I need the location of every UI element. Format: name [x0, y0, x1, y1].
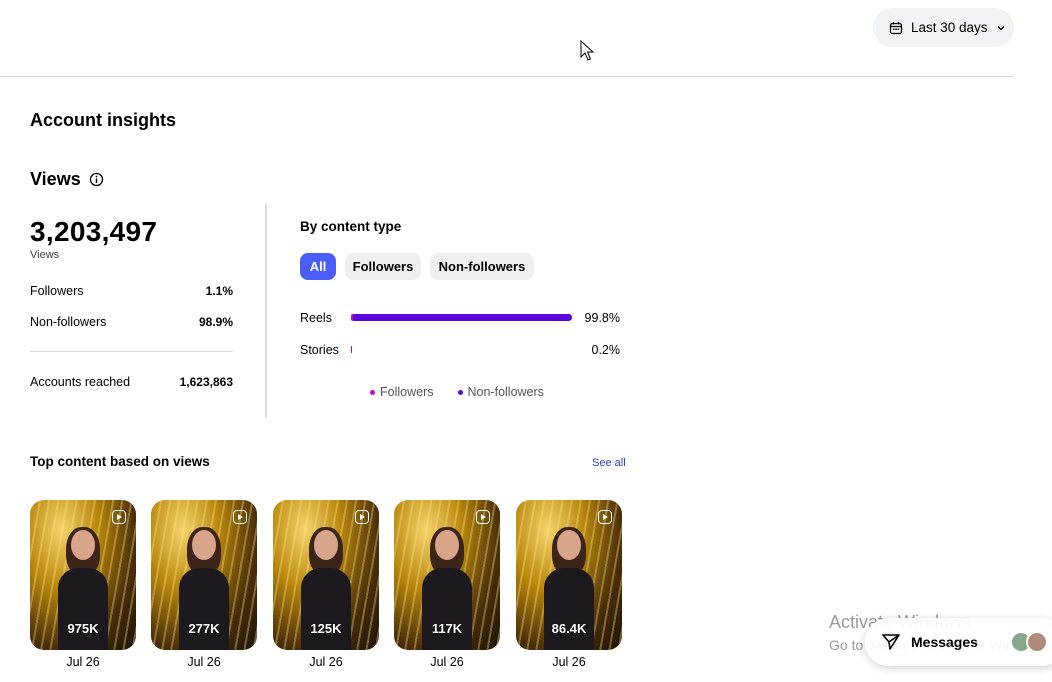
stat-label: Followers: [30, 284, 84, 298]
legend-label: Followers: [380, 385, 434, 399]
page-title: Account insights: [30, 110, 177, 130]
calendar-icon: [889, 21, 903, 34]
stat-value: 98.9%: [198, 315, 233, 329]
content-type-label-reels: Reels: [300, 311, 332, 325]
stat-label: Non-followers: [30, 315, 107, 329]
stats-divider: [30, 351, 233, 352]
reel-play-icon: [476, 510, 490, 524]
legend-item-followers: Followers: [370, 385, 434, 399]
thumbnail-date: Jul 26: [552, 655, 586, 669]
thumbnail-date: Jul 26: [66, 655, 100, 669]
content-type-percent-reels: 99.8%: [584, 311, 620, 325]
legend-item-non-followers: Non-followers: [457, 385, 544, 399]
reels-bar-followers: [351, 314, 353, 321]
views-title-label: Views: [30, 169, 81, 189]
reel-play-icon: [233, 510, 247, 524]
avatar: [1026, 631, 1048, 653]
thumbnail-date: Jul 26: [309, 655, 343, 669]
see-all-link[interactable]: See all: [592, 457, 626, 469]
legend-label: Non-followers: [467, 385, 544, 399]
top-content-title: Top content based on views: [30, 454, 210, 469]
reels-bar-non-followers: [351, 314, 572, 321]
date-range-label: Last 30 days: [911, 20, 988, 35]
messages-label: Messages: [911, 634, 978, 650]
chart-legend: Followers Non-followers: [370, 385, 544, 399]
send-icon: [882, 634, 900, 650]
vertical-divider: [265, 204, 267, 418]
stat-label: Accounts reached: [30, 375, 131, 389]
stat-row-followers: Followers 1.1%: [30, 284, 233, 298]
reel-play-icon: [598, 510, 612, 524]
filter-followers-button[interactable]: Followers: [345, 253, 421, 280]
thumbnail-view-count: 86.4K: [551, 621, 587, 636]
stories-bar: [351, 346, 352, 353]
by-content-type-title: By content type: [300, 219, 402, 234]
date-range-button[interactable]: Last 30 days: [873, 8, 1014, 47]
thumbnail-date: Jul 26: [430, 655, 464, 669]
content-type-label-stories: Stories: [300, 343, 339, 357]
thumbnail-view-count: 117K: [431, 621, 463, 636]
reel-play-icon: [355, 510, 369, 524]
legend-dot-followers: [370, 389, 375, 395]
top-content-thumbnail[interactable]: 125K: [273, 500, 379, 650]
views-total-label: Views: [30, 249, 60, 261]
filter-non-followers-button[interactable]: Non-followers: [430, 253, 534, 280]
thumbnail-view-count: 277K: [188, 621, 220, 636]
thumbnail-view-count: 125K: [310, 621, 342, 636]
mouse-cursor-icon: [580, 40, 594, 61]
views-total: 3,203,497: [30, 216, 158, 247]
message-avatars: [1010, 631, 1048, 653]
chevron-down-icon: [997, 25, 1005, 30]
stat-value: 1,623,863: [179, 375, 233, 389]
thumbnail-date: Jul 26: [187, 655, 221, 669]
reel-play-icon: [112, 510, 126, 524]
top-content-thumbnail[interactable]: 86.4K: [516, 500, 622, 650]
stat-value: 1.1%: [205, 284, 233, 298]
top-content-thumbnail[interactable]: 277K: [151, 500, 257, 650]
thumbnail-view-count: 975K: [67, 621, 99, 636]
reels-bar: [351, 314, 572, 321]
top-content-thumbnail[interactable]: 117K: [394, 500, 500, 650]
stat-row-non-followers: Non-followers 98.9%: [30, 315, 233, 329]
stat-row-accounts-reached: Accounts reached 1,623,863: [30, 375, 233, 389]
top-content-thumbnail[interactable]: 975K: [30, 500, 136, 650]
views-section-title: Views: [30, 169, 104, 190]
header-divider: [0, 76, 1014, 77]
content-type-percent-stories: 0.2%: [591, 343, 621, 357]
info-icon[interactable]: [89, 172, 104, 187]
legend-dot-non-followers: [457, 389, 463, 395]
stories-bar-followers: [351, 346, 352, 353]
filter-all-button[interactable]: All: [300, 253, 336, 280]
